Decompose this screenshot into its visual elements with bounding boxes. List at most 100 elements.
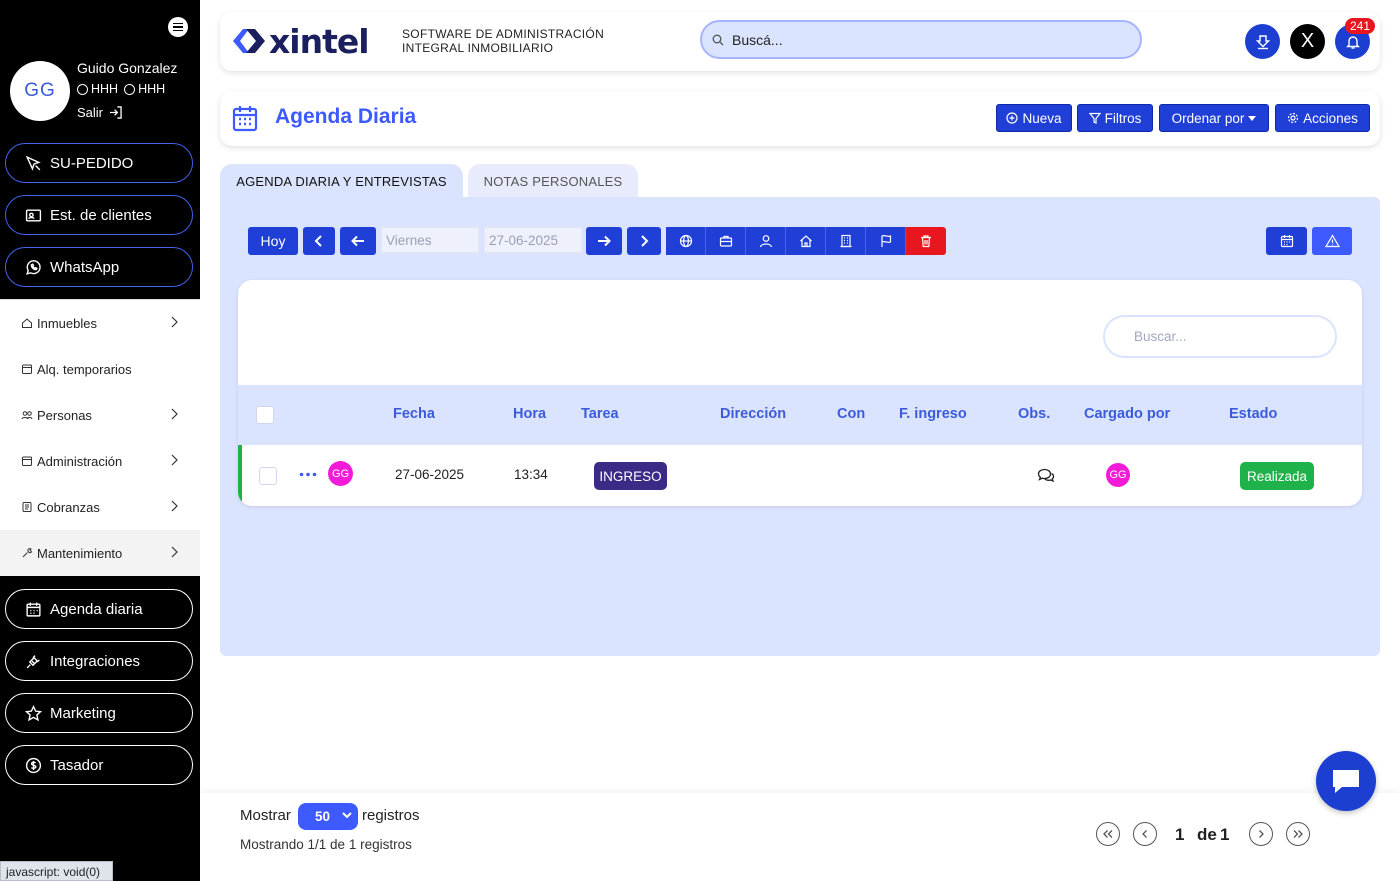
su-pedido-button[interactable]: SU-PEDIDO [5,143,193,183]
browser-status-bar: javascript: void(0) [0,861,113,881]
delete-button[interactable] [906,227,946,255]
logout-label: Salir [77,105,104,120]
filter-web-button[interactable] [666,227,706,255]
chevron-right-icon [641,235,649,247]
pagination-footer: Mostrar 50 registros Mostrando 1/1 de 1 … [200,793,1400,881]
top-header: xintel SOFTWARE DE ADMINISTRACIÓN INTEGR… [220,12,1380,71]
circle-icon [77,83,88,95]
chat-button[interactable] [1316,751,1376,811]
calendar-view-button[interactable] [1266,227,1307,255]
column-header-tarea[interactable]: Tarea [581,406,619,422]
sort-dropdown-button[interactable]: Ordenar por [1159,104,1269,132]
of-label: de [1197,825,1217,844]
total-pages: 1 [1220,825,1230,844]
column-header-estado[interactable]: Estado [1229,406,1277,422]
show-label: Mostrar [240,807,291,824]
tasador-button[interactable]: Tasador [5,745,193,785]
sidebar-item-cobranzas[interactable]: Cobranzas [0,484,200,530]
column-header-direccion[interactable]: Dirección [720,406,786,422]
download-button[interactable] [1245,24,1280,59]
bell-icon [1345,35,1360,49]
date-field[interactable]: 27-06-2025 [484,227,582,253]
table-search-input[interactable]: Buscar... [1103,315,1337,358]
prev-week-button[interactable] [303,227,335,255]
sidebar-item-label: Mantenimiento [37,545,123,561]
column-header-con[interactable]: Con [837,406,865,422]
today-button[interactable]: Hoy [248,227,298,255]
row-avatar[interactable]: GG [328,461,353,486]
created-by-avatar[interactable]: GG [1106,463,1130,487]
global-search-placeholder: Buscá... [732,31,783,48]
sign-in-icon [109,106,122,119]
globe-icon [679,234,692,248]
prev-page-button[interactable] [1133,822,1157,846]
column-header-hora[interactable]: Hora [513,406,546,422]
comments-icon[interactable] [1037,468,1055,483]
marketing-label: Marketing [50,704,116,722]
arrow-left-icon [351,235,364,247]
new-button[interactable]: Nueva [996,104,1072,132]
current-page: 1 [1175,825,1185,844]
sidebar-item-personas[interactable]: Personas [0,392,200,438]
next-day-button[interactable] [586,227,622,255]
page-size-select[interactable]: 50 [298,803,358,830]
select-all-checkbox[interactable] [256,406,274,424]
table-header-row: Fecha Hora Tarea Dirección Con F. ingres… [238,385,1362,445]
flag-icon [880,234,891,247]
alerts-button[interactable] [1312,227,1352,255]
hamburger-menu-icon[interactable] [168,17,188,37]
last-page-button[interactable] [1286,822,1310,846]
sidebar-item-alq-temporarios[interactable]: Alq. temporarios [0,346,200,392]
prev-day-button[interactable] [340,227,376,255]
column-header-f-ingreso[interactable]: F. ingreso [899,406,967,422]
calendar-icon [1280,235,1293,248]
showing-summary: Mostrando 1/1 de 1 registros [240,837,412,852]
user-avatar[interactable]: GG [10,61,70,121]
download-icon [1255,34,1270,49]
filter-house-button[interactable] [786,227,826,255]
agenda-diaria-button[interactable]: Agenda diaria [5,589,193,629]
gear-icon [1288,112,1299,124]
actions-button[interactable]: Acciones [1275,104,1370,132]
day-name-field[interactable]: Viernes [381,227,479,253]
sidebar-item-label: Alq. temporarios [37,361,132,377]
x-button[interactable]: X [1290,24,1325,59]
marketing-button[interactable]: Marketing [5,693,193,733]
est-clientes-button[interactable]: Est. de clientes [5,195,193,235]
xintel-logo[interactable]: xintel [231,24,370,58]
integraciones-button[interactable]: Integraciones [5,641,193,681]
first-page-button[interactable] [1096,822,1120,846]
sidebar-item-mantenimiento[interactable]: Mantenimiento [0,530,200,576]
global-search-input[interactable]: Buscá... [700,20,1142,59]
logout-link[interactable]: Salir [77,105,122,120]
more-options-icon[interactable] [299,472,317,477]
filter-briefcase-button[interactable] [706,227,746,255]
tasador-label: Tasador [50,756,104,774]
records-label: registros [362,807,420,824]
building-icon [840,234,851,248]
next-week-button[interactable] [627,227,661,255]
column-header-fecha[interactable]: Fecha [393,406,435,422]
column-header-obs[interactable]: Obs. [1018,406,1050,422]
filter-flag-button[interactable] [866,227,906,255]
sidebar-item-administracion[interactable]: Administración [0,438,200,484]
chevron-right-icon [171,454,178,466]
filter-person-button[interactable] [746,227,786,255]
next-page-button[interactable] [1249,822,1273,846]
search-icon [712,34,724,45]
row-checkbox[interactable] [259,467,277,485]
column-header-cargado-por[interactable]: Cargado por [1084,406,1170,422]
dollar-circle-icon [25,757,42,773]
agenda-diaria-label: Agenda diaria [50,600,143,618]
agenda-panel: Hoy Viernes 27-06-2025 Buscar... Fecha H… [220,197,1380,656]
wrench-icon [22,548,33,558]
filters-button[interactable]: Filtros [1077,104,1153,132]
filters-button-label: Filtros [1104,110,1142,126]
whatsapp-button[interactable]: WhatsApp [5,247,193,287]
tab-notas-personales[interactable]: NOTAS PERSONALES [468,164,638,198]
table-row[interactable]: GG 27-06-2025 13:34 INGRESO GG Realizada [238,445,1362,505]
filter-building-button[interactable] [826,227,866,255]
tab-agenda-diaria[interactable]: AGENDA DIARIA Y ENTREVISTAS [220,164,463,198]
su-pedido-label: SU-PEDIDO [50,154,134,172]
sidebar-item-inmuebles[interactable]: Inmuebles [0,300,200,346]
